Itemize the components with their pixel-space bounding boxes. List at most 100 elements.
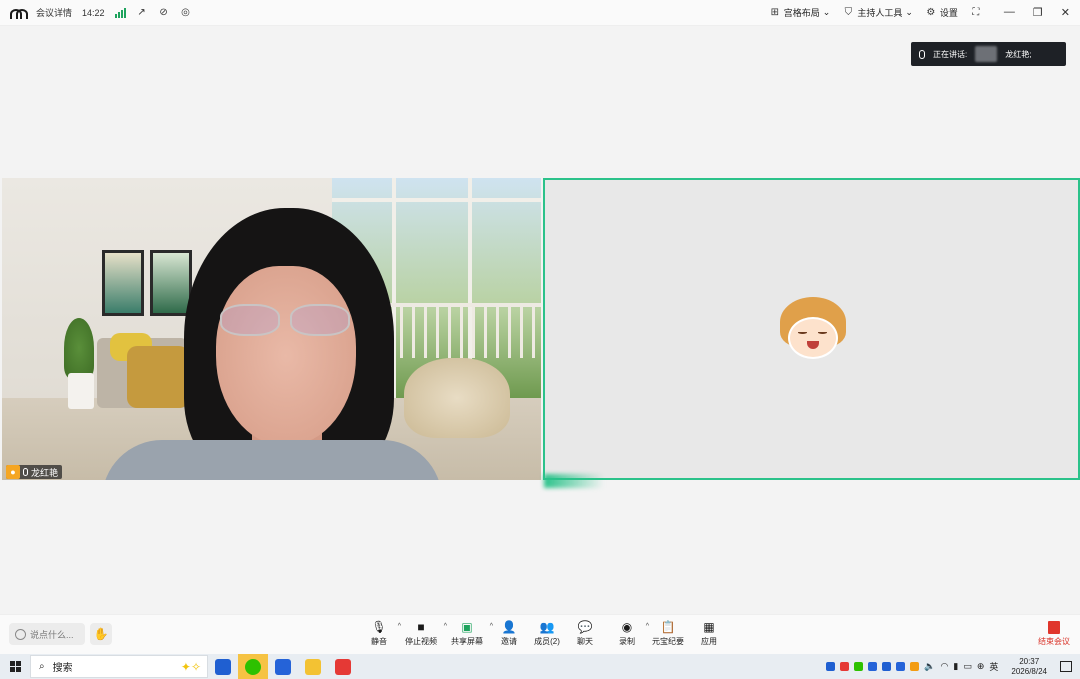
taskbar-app-wps[interactable] bbox=[328, 654, 358, 679]
user-avatar bbox=[778, 295, 848, 365]
mic-icon bbox=[919, 49, 925, 59]
background-pillow bbox=[127, 346, 189, 408]
network-icon[interactable]: ◠ bbox=[941, 661, 949, 672]
exit-icon bbox=[1048, 621, 1060, 634]
shield-icon: ⛉ bbox=[844, 7, 853, 18]
share-screen-icon: ▣ bbox=[461, 619, 473, 634]
background-pouf bbox=[404, 358, 510, 438]
record-button[interactable]: ◉ 录制 ^ bbox=[608, 619, 649, 652]
input-method-indicator[interactable]: 英 bbox=[989, 660, 998, 673]
meeting-details-link[interactable]: 会议详情 bbox=[36, 6, 72, 19]
camera-icon: ■ bbox=[417, 619, 425, 634]
blurred-content bbox=[544, 474, 604, 488]
sparkle-icon: ✦✧ bbox=[180, 659, 201, 674]
no-record-icon[interactable]: ⊘ bbox=[158, 7, 170, 19]
wall-picture bbox=[150, 250, 192, 316]
participant-shirt bbox=[102, 440, 442, 480]
apps-button[interactable]: ▦ 应用 bbox=[690, 620, 728, 652]
system-tray: 🔈 ◠ ▮ ▭ ⊕ 英 20:37 2026/8/24 bbox=[826, 657, 1080, 677]
settings-button[interactable]: ⚙ 设置 bbox=[925, 6, 958, 19]
say-something-input[interactable]: 说点什么... bbox=[9, 623, 85, 645]
meeting-toolbar: 说点什么... ✋ 🎙 静音 ^ ■ 停止视频 ^ ▣ 共享屏幕 ^ 👤 邀请 … bbox=[0, 614, 1080, 654]
taskbar-app-wechat[interactable] bbox=[238, 654, 268, 679]
host-tools-button[interactable]: ⛉ 主持人工具 ⌄ bbox=[842, 6, 913, 19]
minutes-label: 元宝纪要 bbox=[652, 637, 684, 646]
video-tile-avatar[interactable] bbox=[543, 178, 1080, 480]
globe-icon[interactable]: ⊕ bbox=[977, 661, 985, 672]
mute-button[interactable]: 🎙 静音 ^ bbox=[360, 619, 401, 652]
speaking-indicator: 正在讲话: 龙红艳; bbox=[911, 42, 1066, 66]
members-label: 成员(2) bbox=[534, 637, 560, 646]
share-screen-label: 共享屏幕 bbox=[451, 637, 483, 646]
clock-time: 20:37 bbox=[1019, 656, 1040, 666]
raise-hand-icon[interactable]: ✋ bbox=[90, 623, 112, 645]
os-taskbar: ⌕ 搜索 ✦✧ 🔈 ◠ ▮ ▭ ⊕ 英 20:37 2026/8/24 bbox=[0, 654, 1080, 679]
restore-icon[interactable]: ❐ bbox=[1033, 6, 1043, 19]
share-screen-button[interactable]: ▣ 共享屏幕 ^ bbox=[444, 619, 493, 652]
taskbar-clock[interactable]: 20:37 2026/8/24 bbox=[1011, 657, 1047, 677]
record-label: 录制 bbox=[619, 637, 635, 646]
participant-name: 龙红艳 bbox=[31, 467, 59, 478]
invite-button[interactable]: 👤 邀请 bbox=[490, 620, 528, 652]
tray-app-icon[interactable] bbox=[882, 662, 892, 671]
tray-app-icon[interactable] bbox=[910, 662, 920, 671]
apps-icon: ▦ bbox=[703, 619, 715, 634]
chevron-down-icon: ⌄ bbox=[822, 7, 831, 17]
fullscreen-icon[interactable]: ⛶ bbox=[970, 7, 982, 19]
emoji-icon[interactable] bbox=[15, 628, 26, 640]
battery-icon[interactable]: ▭ bbox=[963, 661, 972, 672]
mic-icon[interactable]: ▮ bbox=[953, 661, 958, 672]
close-icon[interactable]: ✕ bbox=[1061, 6, 1070, 19]
chevron-down-icon: ⌄ bbox=[905, 7, 913, 17]
taskbar-app-explorer[interactable] bbox=[298, 654, 328, 679]
volume-icon[interactable]: 🔈 bbox=[924, 661, 935, 672]
search-icon: ⌕ bbox=[39, 661, 45, 672]
members-icon: 👥 bbox=[539, 619, 555, 634]
person-icon: ● bbox=[6, 465, 20, 479]
meeting-stage: 正在讲话: 龙红艳; ● 龙红艳 bbox=[0, 26, 1080, 614]
tray-app-icon[interactable] bbox=[896, 662, 906, 671]
record-icon: ◉ bbox=[621, 619, 633, 634]
tray-app-icon[interactable] bbox=[868, 662, 878, 671]
taskbar-app-word[interactable] bbox=[208, 654, 238, 679]
invite-icon: 👤 bbox=[501, 619, 517, 634]
say-placeholder: 说点什么... bbox=[30, 629, 74, 640]
participant-name-tag: ● 龙红艳 bbox=[6, 465, 63, 479]
mic-icon bbox=[23, 468, 28, 476]
notification-icon[interactable] bbox=[1060, 661, 1072, 672]
background-plant bbox=[64, 318, 94, 378]
taskbar-app-meeting[interactable] bbox=[268, 654, 298, 679]
tray-app-icon[interactable] bbox=[826, 662, 836, 671]
video-tile-participant[interactable]: ● 龙红艳 bbox=[2, 178, 541, 480]
settings-label: 设置 bbox=[939, 8, 958, 18]
apps-label: 应用 bbox=[701, 637, 717, 646]
mic-icon: 🎙 bbox=[371, 619, 387, 634]
minutes-button[interactable]: 📋 元宝纪要 bbox=[646, 620, 690, 652]
chat-button[interactable]: 💬 聊天 bbox=[566, 620, 604, 652]
taskbar-search[interactable]: ⌕ 搜索 ✦✧ bbox=[30, 655, 208, 678]
chat-label: 聊天 bbox=[577, 637, 593, 646]
minimize-icon[interactable]: — bbox=[1004, 6, 1015, 19]
host-tools-label: 主持人工具 bbox=[857, 8, 903, 18]
tray-app-icon[interactable] bbox=[840, 662, 850, 671]
end-meeting-button[interactable]: 结束会议 bbox=[1038, 621, 1070, 647]
grid-layout-button[interactable]: ⊞ 宫格布局 ⌄ bbox=[769, 6, 831, 19]
stop-video-button[interactable]: ■ 停止视频 ^ bbox=[398, 619, 447, 652]
network-signal-icon[interactable] bbox=[114, 7, 126, 18]
search-label: 搜索 bbox=[52, 663, 73, 674]
start-button[interactable] bbox=[0, 661, 30, 672]
gear-icon: ⚙ bbox=[926, 7, 936, 18]
windows-logo-icon bbox=[9, 661, 21, 672]
toolbar-buttons: 🎙 静音 ^ ■ 停止视频 ^ ▣ 共享屏幕 ^ 👤 邀请 👥 成员(2) 💬 … bbox=[360, 620, 728, 652]
members-button[interactable]: 👥 成员(2) bbox=[528, 620, 566, 652]
participant-face bbox=[216, 266, 356, 446]
stop-video-label: 停止视频 bbox=[405, 637, 437, 646]
app-logo-icon bbox=[10, 7, 28, 19]
external-link-icon[interactable]: ↗ bbox=[136, 7, 148, 19]
grid-layout-label: 宫格布局 bbox=[783, 8, 820, 18]
tray-app-icon[interactable] bbox=[854, 662, 864, 671]
blurred-content bbox=[975, 46, 998, 62]
hidden-eye-icon[interactable]: ◎ bbox=[180, 7, 192, 19]
invite-label: 邀请 bbox=[501, 637, 517, 646]
background-pot bbox=[68, 373, 94, 409]
